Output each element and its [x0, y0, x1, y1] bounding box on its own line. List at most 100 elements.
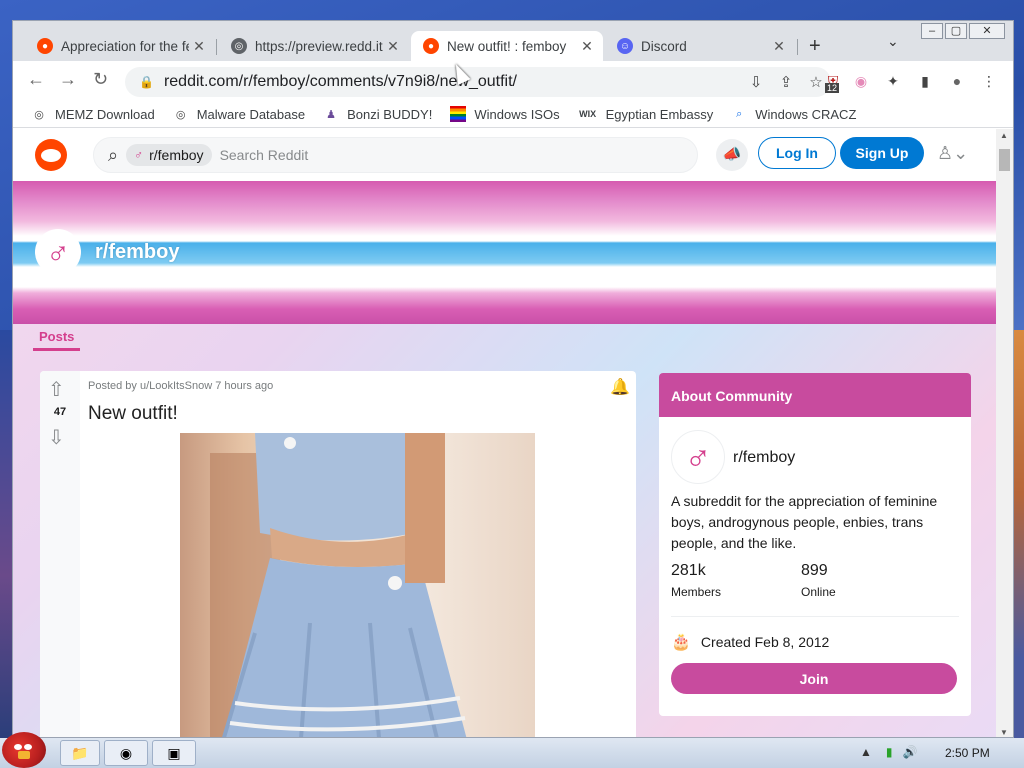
- close-tab-icon[interactable]: ✕: [769, 38, 789, 55]
- advertise-megaphone-icon[interactable]: 📣: [716, 139, 748, 171]
- scroll-up-icon[interactable]: ▲: [1000, 131, 1008, 140]
- male-symbol-icon: ♂: [134, 148, 144, 162]
- scrollbar-thumb[interactable]: [999, 149, 1010, 171]
- online-label: Online: [801, 585, 836, 599]
- post-card[interactable]: ⇧ 47 ⇩ Posted by u/LookItsSnow 7 hours a…: [40, 371, 636, 737]
- members-label: Members: [671, 585, 722, 599]
- subreddit-name: r/femboy: [95, 241, 180, 263]
- community-icon: ♂: [671, 430, 725, 484]
- reload-icon[interactable]: ↻: [93, 69, 108, 90]
- wix-icon: WIX: [579, 109, 597, 119]
- join-button[interactable]: Join: [671, 663, 957, 694]
- address-bar[interactable]: 🔒 reddit.com/r/femboy/comments/v7n9i8/ne…: [125, 67, 831, 97]
- bookmarks-bar: ◎ MEMZ Download ◎ Malware Database ♟ Bon…: [13, 101, 1013, 128]
- reddit-page: ⌕ ♂ r/femboy Search Reddit 📣 Log In Sign…: [13, 129, 996, 737]
- bookmark-egyptian-embassy[interactable]: WIX Egyptian Embassy: [578, 106, 713, 122]
- globe-icon: ◎: [231, 38, 247, 54]
- chrome-taskbar-icon[interactable]: ◉: [104, 740, 148, 766]
- bookmark-malware-database[interactable]: ◎ Malware Database: [173, 106, 305, 122]
- reddit-icon: ●: [423, 38, 439, 54]
- signup-button[interactable]: Sign Up: [840, 137, 924, 169]
- bookmark-windows-isos[interactable]: Windows ISOs: [450, 106, 560, 122]
- taskbar: 📁 ◉ ▣ ▲ ▮ 🔊 2:50 PM: [0, 732, 1024, 768]
- tab-posts[interactable]: Posts: [33, 329, 81, 351]
- url-text[interactable]: reddit.com/r/femboy/comments/v7n9i8/new_…: [164, 73, 741, 91]
- extension-badge: 12: [825, 83, 840, 93]
- close-tab-icon[interactable]: ✕: [189, 38, 209, 55]
- bookmark-memz[interactable]: ◎ MEMZ Download: [31, 106, 155, 122]
- reddit-logo-icon[interactable]: [35, 139, 67, 171]
- battery-icon[interactable]: ▮: [886, 745, 893, 759]
- about-community-header: About Community: [659, 373, 971, 417]
- downvote-arrow-icon[interactable]: ⇩: [48, 425, 65, 450]
- side-panel-icon[interactable]: ▮: [915, 71, 935, 91]
- bookmark-windows-cracz[interactable]: ⌕ Windows CRACZ: [731, 106, 856, 122]
- online-count: 899: [801, 562, 828, 579]
- reddit-icon: ●: [37, 38, 53, 54]
- file-explorer-icon[interactable]: 📁: [60, 740, 100, 766]
- browser-titlebar: ● Appreciation for the fe ✕ ◎ https://pr…: [13, 21, 1013, 61]
- browser-toolbar: ← → ↻ 🔒 reddit.com/r/femboy/comments/v7n…: [13, 61, 1013, 101]
- volume-icon[interactable]: 🔊: [903, 745, 918, 759]
- install-app-icon[interactable]: ⇩: [741, 73, 771, 91]
- close-tab-icon[interactable]: ✕: [383, 38, 403, 55]
- bonzi-icon: ♟: [326, 108, 337, 121]
- search-input[interactable]: Search Reddit: [220, 147, 309, 163]
- tab-separator: [797, 39, 798, 55]
- tab-preview[interactable]: ◎ https://preview.redd.it ✕: [219, 31, 409, 61]
- members-count: 281k: [671, 562, 706, 579]
- subreddit-icon: ♂: [35, 229, 81, 275]
- extension-flag-icon[interactable]: ◉: [851, 71, 871, 91]
- extensions-puzzle-icon[interactable]: ✦: [883, 71, 903, 91]
- tab-new-outfit[interactable]: ● New outfit! : femboy ✕: [411, 31, 603, 61]
- share-icon[interactable]: ⇪: [771, 73, 801, 91]
- minimize-button[interactable]: –: [921, 23, 943, 39]
- bookmark-bonzi-buddy[interactable]: ♟ Bonzi BUDDY!: [323, 106, 432, 122]
- tab-search-chevron-icon[interactable]: ⌄: [887, 33, 899, 50]
- taskbar-clock[interactable]: 2:50 PM: [945, 746, 990, 760]
- maximize-button[interactable]: ▢: [945, 23, 967, 39]
- post-image[interactable]: [180, 433, 535, 737]
- page-scrollbar[interactable]: ▲ ▼: [996, 129, 1013, 737]
- browser-menu-icon[interactable]: ⋮: [979, 71, 999, 91]
- browser-window: ● Appreciation for the fe ✕ ◎ https://pr…: [12, 20, 1014, 738]
- system-tray: ▲ ▮ 🔊: [860, 745, 917, 759]
- post-photo-illustration: [210, 433, 467, 737]
- lock-icon[interactable]: 🔒: [139, 75, 154, 89]
- cake-icon: 🎂: [671, 634, 691, 651]
- globe-icon: ◎: [34, 108, 44, 121]
- app-taskbar-icon[interactable]: ▣: [152, 740, 196, 766]
- search-bar[interactable]: ⌕ ♂ r/femboy Search Reddit: [93, 137, 698, 173]
- upvote-arrow-icon[interactable]: ⇧: [48, 377, 65, 402]
- reddit-header: ⌕ ♂ r/femboy Search Reddit 📣 Log In Sign…: [13, 129, 996, 181]
- start-button[interactable]: [2, 732, 46, 768]
- globe-icon: ◎: [175, 108, 186, 121]
- notification-bell-icon[interactable]: 🔔: [610, 377, 630, 397]
- post-title[interactable]: New outfit!: [88, 403, 178, 425]
- close-window-button[interactable]: ✕: [969, 23, 1005, 39]
- tab-discord[interactable]: ☺ Discord ✕: [605, 31, 795, 61]
- new-tab-button[interactable]: +: [809, 35, 821, 58]
- about-community-card: About Community ♂ r/femboy A subreddit f…: [659, 373, 971, 716]
- scroll-down-icon[interactable]: ▼: [1000, 728, 1008, 737]
- profile-avatar-icon[interactable]: ●: [947, 71, 967, 91]
- created-date: 🎂 Created Feb 8, 2012: [671, 634, 830, 651]
- community-description: A subreddit for the appreciation of femi…: [671, 493, 938, 551]
- community-name[interactable]: r/femboy: [733, 449, 795, 467]
- subreddit-filter-chip[interactable]: ♂ r/femboy: [126, 144, 212, 166]
- back-arrow-icon[interactable]: ←: [27, 69, 45, 90]
- user-menu-icon[interactable]: ♙⌄: [937, 143, 968, 164]
- tray-expand-icon[interactable]: ▲: [860, 745, 872, 759]
- tab-appreciation[interactable]: ● Appreciation for the fe ✕: [25, 31, 215, 61]
- login-button[interactable]: Log In: [758, 137, 836, 169]
- tab-separator: [216, 39, 217, 55]
- forward-arrow-icon[interactable]: →: [59, 69, 77, 90]
- search-icon: ⌕: [108, 144, 119, 165]
- search-icon: ⌕: [736, 107, 743, 120]
- vote-column: ⇧ 47 ⇩: [40, 371, 80, 737]
- close-tab-icon[interactable]: ✕: [577, 38, 597, 55]
- rainbow-flag-icon: [450, 106, 467, 122]
- discord-icon: ☺: [617, 38, 633, 54]
- divider: [671, 616, 959, 617]
- post-score: 47: [53, 406, 67, 418]
